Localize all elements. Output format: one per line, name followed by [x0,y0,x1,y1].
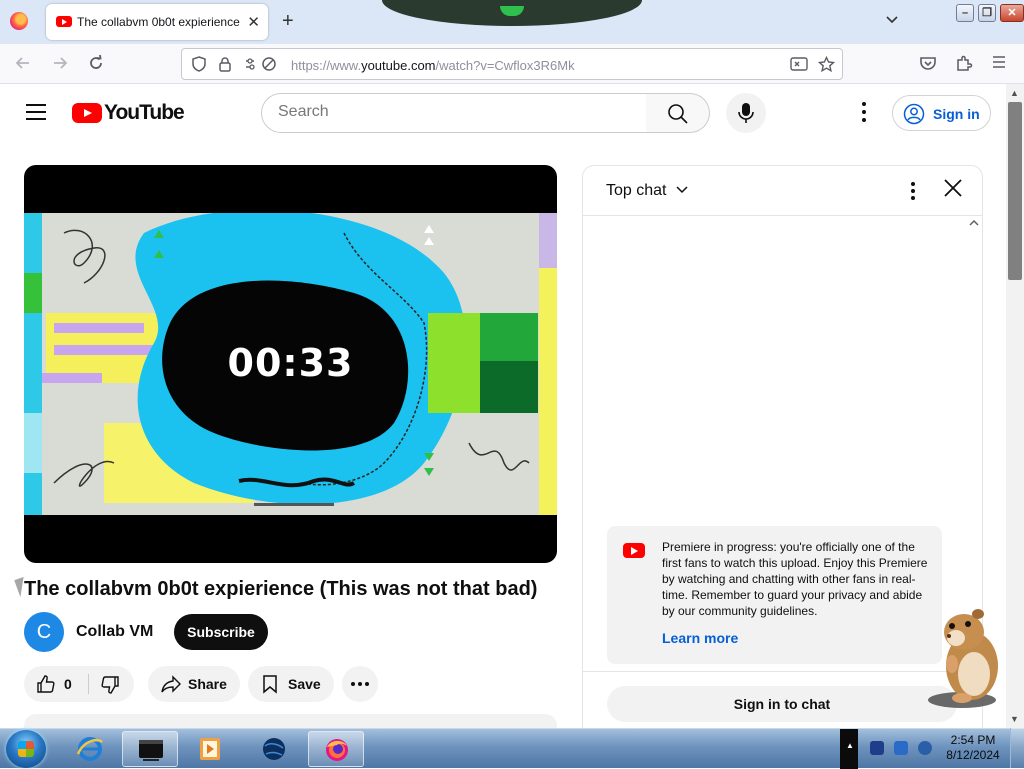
chat-scroll-up-icon[interactable] [969,218,979,229]
chat-mode-selector[interactable]: Top chat [606,182,666,200]
chevron-down-icon[interactable] [676,183,688,197]
mic-icon [738,103,754,123]
firefox-icon[interactable] [10,12,28,30]
scrollbar-thumb[interactable] [1008,102,1022,280]
show-desktop-button[interactable] [1010,728,1024,768]
video-countdown-timer: 00:33 [227,341,354,385]
youtube-logo-icon[interactable] [72,103,102,123]
window-close-button[interactable]: ✕ [1000,4,1024,22]
channel-avatar[interactable]: C [24,612,64,652]
video-title: The collabvm 0b0t expierience (This was … [24,578,538,600]
search-box [261,93,647,133]
like-dislike-group: 0 [24,666,134,702]
scroll-down-arrow-icon[interactable]: ▼ [1010,714,1019,724]
more-vert-icon[interactable] [856,102,872,124]
browser-tab-active[interactable]: The collabvm 0b0t expierience (This was … [46,4,268,40]
sign-in-to-chat-button[interactable]: Sign in to chat [607,686,957,722]
youtube-favicon [56,16,72,27]
share-button[interactable]: Share [148,666,240,702]
url-text: https://www.youtube.com/watch?v=Cwflox3R… [291,58,575,73]
taskbar-item-firefox[interactable] [308,731,364,767]
more-horiz-icon [351,682,369,686]
youtube-icon [623,543,645,558]
like-count: 0 [64,676,72,692]
pocket-icon[interactable] [919,54,937,77]
security-tray-icon[interactable] [870,741,884,755]
share-label: Share [188,676,227,692]
save-button[interactable]: Save [248,666,334,702]
save-icon [263,675,277,694]
account-icon [903,103,925,125]
video-player[interactable]: 00:33 [24,165,557,563]
description-box[interactable] [24,714,557,728]
youtube-wordmark[interactable]: YouTube [104,101,185,125]
forward-icon[interactable] [51,54,69,77]
vm-toolbar-notch [382,0,642,26]
hamster-desktop-pet[interactable] [922,604,1008,710]
premiere-notice-text: Premiere in progress: you're officially … [662,540,928,618]
lock-icon[interactable] [218,56,232,75]
search-icon [668,104,688,124]
dislike-icon [101,676,119,694]
menu-icon[interactable] [991,54,1007,75]
page-scrollbar[interactable]: ▲ ▼ [1006,84,1024,730]
address-bar[interactable]: https://www.youtube.com/watch?v=Cwflox3R… [181,48,843,80]
like-icon [37,675,55,693]
reader-view-icon[interactable] [790,56,808,75]
taskbar-item-globe[interactable] [246,731,302,767]
browser-nav-bar: https://www.youtube.com/watch?v=Cwflox3R… [0,44,1024,84]
like-button[interactable]: 0 [24,666,88,702]
like-divider [88,674,89,694]
voice-search-button[interactable] [726,93,766,133]
channel-name[interactable]: Collab VM [76,623,153,641]
ie-icon [76,737,103,761]
extensions-icon[interactable] [955,54,973,77]
shield-icon[interactable] [191,56,207,75]
media-player-icon [200,738,220,760]
volume-tray-icon[interactable] [918,741,932,755]
network-tray-icon[interactable] [894,741,908,755]
save-label: Save [288,676,321,692]
learn-more-link[interactable]: Learn more [662,630,738,646]
more-actions-button[interactable] [342,666,378,702]
tab-title: The collabvm 0b0t expierience (This was … [77,15,242,29]
new-tab-button[interactable]: + [282,10,294,32]
tab-close-icon[interactable]: ✕ [247,13,260,31]
subscribe-button[interactable]: Subscribe [174,614,268,650]
chat-more-vert-icon[interactable] [911,182,917,202]
browser-tab-strip: The collabvm 0b0t expierience (This was … [0,0,1024,44]
globe-icon [263,738,285,760]
sign-in-button[interactable]: Sign in [892,95,991,131]
taskbar-item-ie[interactable] [62,731,118,767]
back-icon[interactable] [14,54,32,77]
close-icon[interactable] [943,178,963,203]
scroll-up-arrow-icon[interactable]: ▲ [1010,88,1019,98]
start-orb-icon[interactable] [6,730,46,768]
chat-header: Top chat [583,166,982,216]
restore-button[interactable]: ❐ [978,4,996,22]
taskbar-item-media-player[interactable] [182,731,238,767]
guide-menu-button[interactable] [26,104,46,120]
premiere-notice: Premiere in progress: you're officially … [607,526,942,664]
taskbar-item-vm-window[interactable] [122,731,178,767]
minimize-button[interactable]: – [956,4,974,22]
permissions-icon[interactable] [244,56,280,75]
list-all-tabs-icon[interactable] [886,12,898,27]
tray-expand-icon[interactable]: ▲ [846,741,854,750]
clock-time: 2:54 PM [950,733,996,747]
windows-taskbar: ▲ [0,728,1024,769]
search-button[interactable] [646,93,710,133]
firefox-taskbar-icon [326,739,348,761]
share-icon [161,675,181,693]
window-app-icon [139,740,163,761]
bookmark-star-icon[interactable] [817,55,836,76]
dislike-button[interactable] [90,666,134,702]
reload-icon[interactable] [87,54,105,77]
search-input[interactable] [278,103,628,121]
clock-date: 8/12/2024 [946,748,1000,762]
taskbar-clock[interactable]: 2:54 PM 8/12/2024 [940,733,1006,763]
sign-in-label: Sign in [933,106,980,122]
